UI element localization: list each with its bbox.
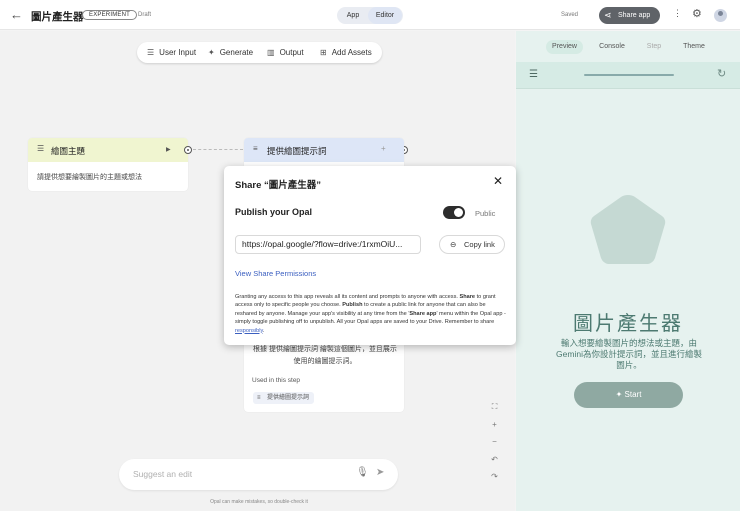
node-prompt-text: 根據 提供繪圖提示詞 繪製這個圖片，並且展示使用的繪圖提示詞。: [253, 346, 397, 365]
tab-console[interactable]: Console: [595, 40, 629, 54]
start-button[interactable]: ✦ Start: [574, 382, 683, 408]
info-publish-bold: Publish: [342, 302, 363, 309]
zoom-out-icon[interactable]: −: [486, 433, 503, 451]
zoom-in-icon[interactable]: +: [486, 416, 503, 434]
menu-icon[interactable]: ☰: [529, 69, 538, 80]
dialog-title: Share “圖片產生器”: [235, 180, 322, 191]
prompt-icon: ≡: [253, 144, 258, 153]
mode-toggle: App Editor: [337, 7, 403, 24]
share-app-label: Share app: [618, 12, 651, 19]
share-icon: ⋖: [604, 10, 612, 20]
info-share-bold: Share: [459, 294, 476, 300]
avatar[interactable]: [714, 9, 727, 22]
share-app-button[interactable]: ⋖ Share app: [599, 7, 660, 24]
public-label: Public: [475, 209, 496, 218]
add-assets-label: Add Assets: [331, 48, 372, 57]
preview-title: 圖片產生器: [573, 311, 683, 335]
more-vert-icon[interactable]: ⋮: [673, 8, 682, 19]
mode-app-button[interactable]: App: [338, 7, 368, 24]
share-url-field[interactable]: https://opal.google/?flow=drive:/1rxmOiU…: [235, 235, 421, 254]
link-icon: ⊖: [450, 240, 457, 249]
suggest-edit-bar[interactable]: Suggest an edit 🎙 ➤: [119, 459, 398, 490]
suggest-input[interactable]: Suggest an edit: [133, 469, 192, 479]
list-icon: ☰: [147, 48, 155, 57]
play-icon[interactable]: ▶: [166, 146, 171, 153]
info-p1: Granting any access to this app reveals …: [235, 294, 458, 300]
info-share-app-bold: Share app: [409, 310, 437, 317]
sparkle-icon: ✦: [208, 48, 215, 57]
share-info-text: Granting any access to this app reveals …: [235, 293, 507, 335]
user-input-button[interactable]: ☰ User Input: [147, 42, 196, 63]
saved-status: Saved: [561, 12, 579, 18]
disclaimer: Opal can make mistakes, so double-check …: [210, 499, 308, 505]
progress-bar: [584, 74, 674, 76]
publish-label: Publish your Opal: [235, 207, 313, 217]
publish-toggle[interactable]: [443, 206, 465, 219]
app-title: 圖片產生器: [31, 11, 84, 23]
step-chip-label: 提供繪圖提示詞: [267, 395, 310, 401]
node-toolbar: ☰ User Input ✦ Generate ▥ Output ⊞ Add Asset…: [137, 42, 382, 63]
restart-icon[interactable]: ↻: [717, 67, 726, 80]
top-bar: ← 圖片產生器 EXPERIMENT Draft App Editor Save…: [0, 0, 740, 30]
output-icon: ▥: [267, 48, 275, 57]
add-assets-button[interactable]: ⊞ Add Assets: [320, 42, 372, 63]
node-header: ☰ 繪圖主題 ▶: [28, 138, 188, 162]
output-button[interactable]: ▥ Output: [267, 42, 304, 63]
copy-link-button[interactable]: ⊖ Copy link: [439, 235, 505, 254]
user-input-label: User Input: [159, 48, 197, 57]
back-arrow-icon[interactable]: ←: [10, 7, 23, 22]
view-permissions-link[interactable]: View Share Permissions: [235, 269, 316, 278]
mic-icon[interactable]: 🎙: [356, 467, 369, 478]
node-title: 提供繪圖提示詞: [267, 146, 327, 156]
copy-link-label: Copy link: [464, 240, 495, 249]
redo-icon[interactable]: ↷: [486, 468, 503, 486]
draft-status: Draft: [138, 12, 152, 18]
share-dialog: Share “圖片產生器” ✕ Publish your Opal Public…: [224, 166, 516, 345]
app-splash-shape: [590, 195, 666, 264]
generate-label: Generate: [219, 48, 254, 57]
add-box-icon: ⊞: [320, 48, 327, 57]
responsibly-link[interactable]: responsibly: [235, 328, 263, 334]
gear-icon[interactable]: ⚙: [692, 7, 702, 20]
preview-description: 輸入想要繪製圖片的想法或主題，由Gemini為你設計提示詞，並且進行繪製圖片。: [556, 338, 702, 370]
used-in-step-label: Used in this step: [252, 377, 301, 384]
node-title: 繪圖主題: [51, 146, 86, 156]
close-icon[interactable]: ✕: [493, 174, 503, 188]
add-icon[interactable]: +: [381, 144, 386, 153]
tab-preview[interactable]: Preview: [546, 40, 583, 54]
tab-step[interactable]: Step: [641, 40, 667, 54]
tab-theme[interactable]: Theme: [679, 40, 709, 54]
start-label: Start: [624, 390, 642, 399]
output-port[interactable]: [184, 146, 192, 154]
send-icon[interactable]: ➤: [376, 467, 384, 478]
list-icon: ☰: [37, 144, 45, 153]
info-p6: .: [262, 327, 265, 334]
fit-screen-icon[interactable]: ⛶: [486, 398, 503, 416]
node-body: 請提供想要繪製圖片的主題或想法: [37, 174, 142, 181]
undo-icon[interactable]: ↶: [486, 451, 503, 469]
sparkle-icon: ✦: [615, 390, 623, 399]
output-label: Output: [279, 48, 304, 57]
canvas-controls: ⛶ + − ↶ ↷: [486, 398, 503, 486]
experiment-badge: EXPERIMENT: [82, 10, 138, 20]
mode-editor-button[interactable]: Editor: [368, 7, 402, 24]
connector-line: [193, 149, 243, 150]
generate-button[interactable]: ✦ Generate: [208, 42, 253, 63]
preview-header: ☰ ↻: [516, 62, 740, 89]
prompt-icon: ≡: [257, 395, 261, 401]
node-user-input[interactable]: ☰ 繪圖主題 ▶ 請提供想要繪製圖片的主題或想法: [28, 138, 188, 191]
preview-panel: Preview Console Step Theme ☰ ↻ 圖片產生器 輸入想…: [516, 31, 740, 511]
node-header: ≡ 提供繪圖提示詞 +: [244, 138, 404, 162]
step-chip[interactable]: ≡ 提供繪圖提示詞: [253, 392, 315, 404]
